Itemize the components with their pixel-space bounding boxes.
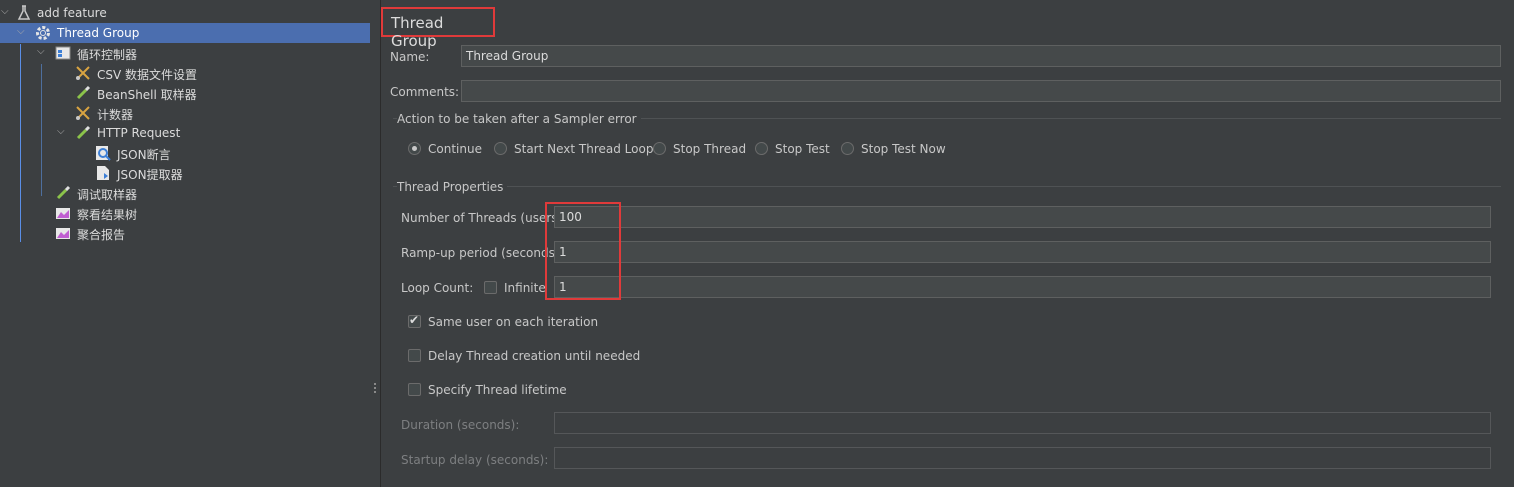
startup-delay-field[interactable]	[554, 447, 1491, 469]
radio-button[interactable]	[841, 142, 854, 155]
threads-label: Number of Threads (users):	[401, 211, 567, 225]
radio-label: Start Next Thread Loop	[514, 142, 654, 156]
tree-item-label: HTTP Request	[97, 126, 181, 140]
title-highlight: Thread Group	[381, 7, 495, 50]
duration-field[interactable]	[554, 412, 1491, 434]
tree-item-json-assertion[interactable]: JSON断言	[0, 143, 370, 163]
rampup-label: Ramp-up period (seconds):	[401, 246, 564, 260]
same-user-label: Same user on each iteration	[428, 315, 599, 329]
tree-item-debug-sampler[interactable]: 调试取样器	[0, 183, 370, 203]
thread-lifetime-label: Specify Thread lifetime	[428, 383, 567, 397]
tree-item-http-request[interactable]: ⌵ HTTP Request	[0, 123, 370, 143]
radio-button[interactable]	[408, 142, 421, 155]
scissors-config-icon	[75, 105, 91, 121]
delay-creation-label: Delay Thread creation until needed	[428, 349, 641, 363]
drag-handle-icon[interactable]	[374, 383, 376, 397]
tree-item-beanshell-sampler[interactable]: BeanShell 取样器	[0, 83, 370, 103]
tree-item-label: CSV 数据文件设置	[97, 68, 198, 82]
chevron-down-icon[interactable]: ⌵	[57, 127, 67, 137]
chevron-down-icon[interactable]: ⌵	[37, 47, 47, 57]
radio-label: Stop Thread	[673, 142, 747, 156]
test-plan-tree: ⌵ add feature ⌵ Thread Group ⌵ 循环控制器 CSV…	[0, 0, 370, 487]
radio-button[interactable]	[494, 142, 507, 155]
pipette-icon	[75, 125, 91, 141]
tree-item-label: 计数器	[97, 108, 134, 122]
radio-label: Stop Test Now	[861, 142, 946, 156]
tree-item-label: BeanShell 取样器	[97, 88, 197, 102]
scissors-config-icon	[75, 65, 91, 81]
loop-count-field[interactable]: 1	[554, 276, 1491, 298]
radio-button[interactable]	[653, 142, 666, 155]
loop-controller-icon	[55, 45, 71, 61]
rampup-field[interactable]: 1	[554, 241, 1491, 263]
tree-item-label: 察看结果树	[77, 208, 138, 222]
tree-item-label: Thread Group	[57, 26, 140, 40]
tree-item-csv-config[interactable]: CSV 数据文件设置	[0, 63, 370, 83]
tree-item-label: JSON提取器	[117, 168, 183, 182]
infinite-checkbox[interactable]	[484, 281, 497, 294]
name-label: Name:	[390, 50, 430, 64]
radio-button[interactable]	[755, 142, 768, 155]
tree-item-label: 聚合报告	[77, 228, 126, 242]
chart-icon	[55, 225, 71, 241]
duration-label: Duration (seconds):	[401, 418, 520, 432]
gear-icon	[35, 25, 51, 41]
tree-item-label: 调试取样器	[77, 188, 138, 202]
radio-label: Stop Test	[775, 142, 830, 156]
tree-item-loop-controller[interactable]: ⌵ 循环控制器	[0, 43, 370, 63]
section-divider	[393, 186, 1501, 187]
same-user-checkbox[interactable]: ✔	[408, 313, 421, 328]
sampler-error-title: Action to be taken after a Sampler error	[397, 112, 641, 126]
name-field[interactable]: Thread Group	[461, 45, 1501, 67]
magnifier-icon	[95, 145, 111, 161]
chevron-down-icon[interactable]: ⌵	[17, 27, 27, 37]
document-icon	[95, 165, 111, 181]
split-pane-divider[interactable]	[370, 0, 381, 487]
comments-field[interactable]	[461, 80, 1501, 102]
threads-field[interactable]: 100	[554, 206, 1491, 228]
thread-properties-title: Thread Properties	[397, 180, 508, 194]
tree-item-aggregate-report[interactable]: 聚合报告	[0, 223, 370, 243]
pipette-icon	[55, 185, 71, 201]
checkmark-icon: ✔	[409, 313, 420, 327]
pipette-icon	[75, 85, 91, 101]
tree-item-thread-group[interactable]: ⌵ Thread Group	[0, 23, 370, 43]
startup-delay-label: Startup delay (seconds):	[401, 453, 549, 467]
tree-item-label: JSON断言	[117, 148, 171, 162]
tree-item-json-extractor[interactable]: JSON提取器	[0, 163, 370, 183]
delay-creation-checkbox[interactable]	[408, 349, 421, 362]
tree-item-add-feature[interactable]: ⌵ add feature	[0, 3, 370, 23]
tree-item-view-results-tree[interactable]: 察看结果树	[0, 203, 370, 223]
comments-label: Comments:	[390, 85, 460, 99]
values-highlight	[545, 202, 621, 300]
thread-group-panel: Thread Group Name: Thread Group Comments…	[381, 0, 1514, 487]
infinite-label: Infinite	[504, 281, 546, 295]
thread-lifetime-checkbox[interactable]	[408, 383, 421, 396]
tree-item-label: add feature	[37, 6, 107, 20]
chart-icon	[55, 205, 71, 221]
loop-count-label: Loop Count:	[401, 281, 474, 295]
flask-icon	[16, 5, 32, 21]
tree-item-label: 循环控制器	[77, 48, 138, 62]
tree-item-counter[interactable]: 计数器	[0, 103, 370, 123]
radio-label: Continue	[428, 142, 482, 156]
chevron-down-icon[interactable]: ⌵	[1, 7, 11, 17]
